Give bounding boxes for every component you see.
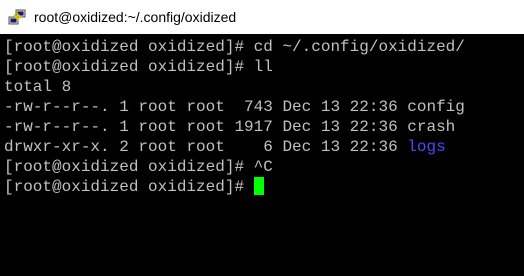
terminal-line: total 8: [4, 78, 72, 96]
terminal-line: [root@oxidized oxidized]# ^C: [4, 158, 273, 176]
terminal-window: root@oxidized:~/.config/oxidized [root@o…: [0, 0, 524, 276]
text-cursor: [253, 177, 264, 195]
listing-prefix: drwxr-xr-x. 2 root root 6 Dec 13 22:36: [4, 138, 408, 156]
window-title: root@oxidized:~/.config/oxidized: [34, 9, 237, 25]
terminal-line: [root@oxidized oxidized]# ll: [4, 58, 273, 76]
directory-name: logs: [407, 138, 446, 156]
putty-icon: [8, 9, 26, 25]
terminal-line: -rw-r--r--. 1 root root 743 Dec 13 22:36…: [4, 98, 465, 116]
terminal-output[interactable]: [root@oxidized oxidized]# cd ~/.config/o…: [0, 34, 524, 276]
title-bar[interactable]: root@oxidized:~/.config/oxidized: [0, 0, 524, 34]
terminal-line: drwxr-xr-x. 2 root root 6 Dec 13 22:36 l…: [4, 137, 446, 157]
terminal-prompt-line[interactable]: [root@oxidized oxidized]#: [4, 177, 264, 197]
terminal-line: [root@oxidized oxidized]# cd ~/.config/o…: [4, 38, 465, 56]
shell-prompt: [root@oxidized oxidized]#: [4, 178, 254, 196]
terminal-line: -rw-r--r--. 1 root root 1917 Dec 13 22:3…: [4, 118, 456, 136]
